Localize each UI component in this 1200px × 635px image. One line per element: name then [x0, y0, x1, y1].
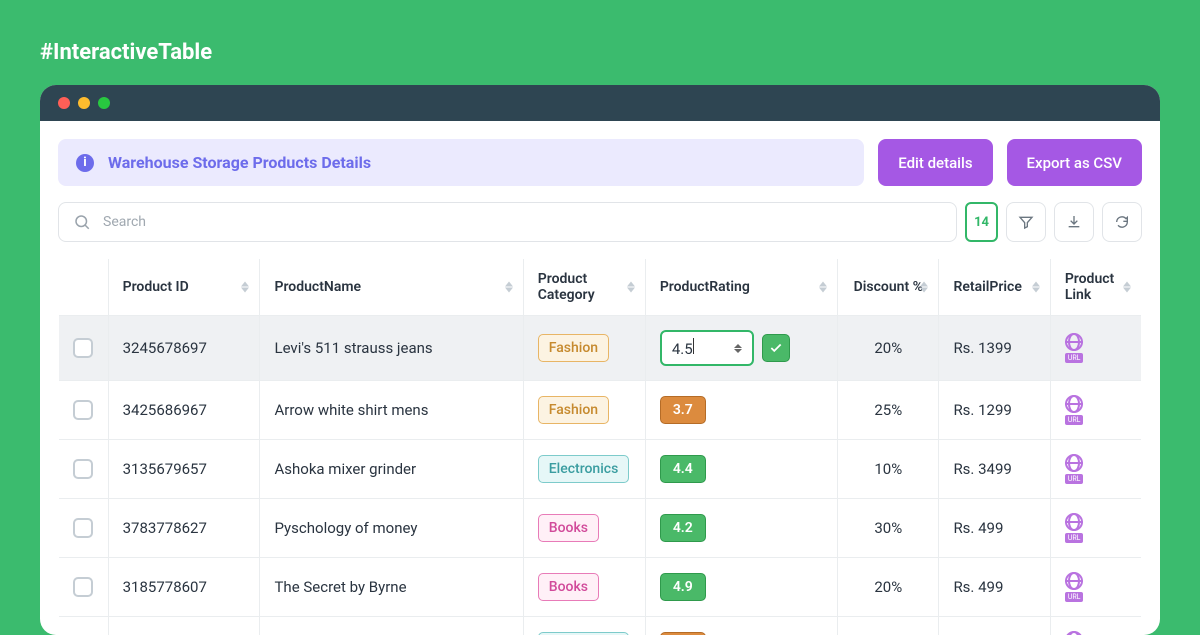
- globe-icon: [1065, 333, 1083, 351]
- search-input[interactable]: [103, 214, 942, 230]
- category-tag: Books: [538, 573, 599, 601]
- sort-icon: [241, 282, 249, 293]
- check-icon: [769, 341, 783, 355]
- sort-icon: [505, 282, 513, 293]
- product-link-button[interactable]: URL: [1065, 572, 1084, 602]
- product-link-button[interactable]: URL: [1065, 454, 1084, 484]
- table-row[interactable]: 3245678697 Levi's 511 strauss jeans Fash…: [59, 316, 1142, 381]
- product-link-button[interactable]: URL: [1065, 395, 1084, 425]
- table-row[interactable]: 3783778627 Pyschology of money Books 4.2…: [59, 499, 1142, 558]
- sort-icon: [819, 282, 827, 293]
- banner-title: Warehouse Storage Products Details: [108, 153, 371, 172]
- sort-icon: [1032, 282, 1040, 293]
- col-product-category[interactable]: Product Category: [523, 259, 645, 316]
- download-icon: [1066, 214, 1082, 230]
- category-tag: Fashion: [538, 396, 609, 424]
- discount-cell: 20%: [838, 316, 939, 381]
- rating-badge: 4.2: [660, 514, 706, 542]
- window-minimize-icon[interactable]: [78, 97, 90, 109]
- stepper-icon[interactable]: [734, 344, 742, 353]
- export-csv-button[interactable]: Export as CSV: [1007, 139, 1142, 186]
- product-name-cell: Pyschology of money: [260, 499, 523, 558]
- sort-icon: [627, 282, 635, 293]
- rating-badge: 3.7: [660, 396, 706, 424]
- product-name-cell: Levi's 511 strauss jeans: [260, 316, 523, 381]
- globe-icon: [1065, 513, 1083, 531]
- refresh-button[interactable]: [1102, 202, 1142, 242]
- row-checkbox[interactable]: [73, 459, 93, 479]
- product-link-button[interactable]: URL: [1065, 513, 1084, 543]
- globe-icon: [1065, 454, 1083, 472]
- product-name-cell: Ashoka mixer grinder: [260, 440, 523, 499]
- info-icon: i: [76, 154, 94, 172]
- filter-button[interactable]: [1006, 202, 1046, 242]
- rating-badge: 4.4: [660, 455, 706, 483]
- count-badge: 14: [965, 202, 998, 242]
- col-product-link[interactable]: Product Link: [1050, 259, 1141, 316]
- confirm-rating-button[interactable]: [762, 334, 790, 362]
- discount-cell: 10%: [838, 440, 939, 499]
- edit-details-button[interactable]: Edit details: [878, 139, 992, 186]
- product-id-cell: 3783778627: [108, 499, 260, 558]
- col-discount[interactable]: Discount %: [838, 259, 939, 316]
- product-link-button[interactable]: URL: [1065, 631, 1084, 635]
- window-maximize-icon[interactable]: [98, 97, 110, 109]
- table-row[interactable]: 3185778607 The Secret by Byrne Books 4.9…: [59, 558, 1142, 617]
- window: i Warehouse Storage Products Details Edi…: [40, 85, 1160, 635]
- price-cell: Rs. 3499: [939, 440, 1050, 499]
- table-row[interactable]: 3135679657 Ashoka mixer grinder Electron…: [59, 440, 1142, 499]
- product-id-cell: 3185778607: [108, 558, 260, 617]
- row-checkbox[interactable]: [73, 400, 93, 420]
- product-id-cell: 3245678697: [108, 316, 260, 381]
- rating-input[interactable]: 4.5: [660, 330, 754, 366]
- discount-cell: 25%: [838, 381, 939, 440]
- col-product-id[interactable]: Product ID: [108, 259, 260, 316]
- col-checkbox: [59, 259, 109, 316]
- product-link-button[interactable]: URL: [1065, 333, 1084, 363]
- rating-badge: 4.9: [660, 573, 706, 601]
- row-checkbox[interactable]: [73, 577, 93, 597]
- products-table: Product ID ProductName Product Category …: [58, 258, 1142, 635]
- product-name-cell: The Secret by Byrne: [260, 558, 523, 617]
- discount-cell: 20%: [838, 558, 939, 617]
- globe-icon: [1065, 395, 1083, 413]
- discount-cell: 30%: [838, 499, 939, 558]
- window-close-icon[interactable]: [58, 97, 70, 109]
- sort-icon: [1123, 282, 1131, 293]
- price-cell: Rs. 1399: [939, 316, 1050, 381]
- search-box[interactable]: [58, 202, 957, 242]
- discount-cell: 5%: [838, 617, 939, 635]
- table-row[interactable]: 3825658637 HP envy series laptop Electro…: [59, 617, 1142, 635]
- titlebar: [40, 85, 1160, 121]
- page-hashtag: #InteractiveTable: [40, 40, 1160, 65]
- price-cell: Rs. 499: [939, 499, 1050, 558]
- row-checkbox[interactable]: [73, 518, 93, 538]
- col-product-rating[interactable]: ProductRating: [645, 259, 837, 316]
- product-name-cell: HP envy series laptop: [260, 617, 523, 635]
- product-id-cell: 3825658637: [108, 617, 260, 635]
- col-product-name[interactable]: ProductName: [260, 259, 523, 316]
- refresh-icon: [1114, 214, 1130, 230]
- search-icon: [73, 213, 91, 231]
- price-cell: Rs. 1299: [939, 381, 1050, 440]
- sort-icon: [920, 282, 928, 293]
- col-retail-price[interactable]: RetailPrice: [939, 259, 1050, 316]
- download-button[interactable]: [1054, 202, 1094, 242]
- globe-icon: [1065, 631, 1083, 635]
- table-row[interactable]: 3425686967 Arrow white shirt mens Fashio…: [59, 381, 1142, 440]
- product-id-cell: 3135679657: [108, 440, 260, 499]
- price-cell: Rs. 74999: [939, 617, 1050, 635]
- globe-icon: [1065, 572, 1083, 590]
- product-id-cell: 3425686967: [108, 381, 260, 440]
- product-name-cell: Arrow white shirt mens: [260, 381, 523, 440]
- info-banner: i Warehouse Storage Products Details: [58, 139, 864, 186]
- category-tag: Books: [538, 514, 599, 542]
- filter-icon: [1018, 214, 1034, 230]
- category-tag: Fashion: [538, 334, 609, 362]
- category-tag: Electronics: [538, 455, 630, 483]
- row-checkbox[interactable]: [73, 338, 93, 358]
- price-cell: Rs. 499: [939, 558, 1050, 617]
